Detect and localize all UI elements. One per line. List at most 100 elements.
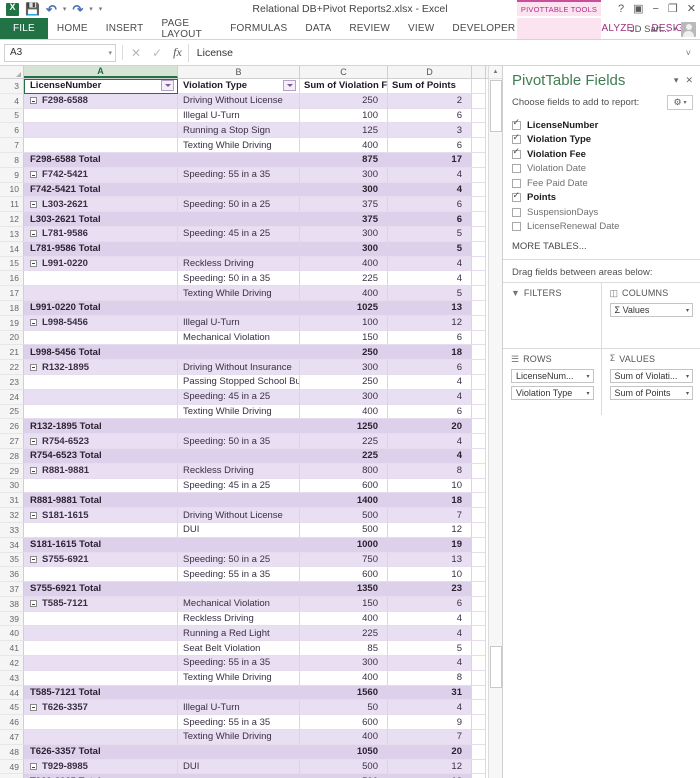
- cell-sum-violation-fee[interactable]: 375: [300, 197, 388, 213]
- cell-violation-type[interactable]: DUI: [178, 522, 300, 538]
- table-row[interactable]: 27 R754-6523 Speeding: 50 in a 35 225 4: [0, 434, 502, 449]
- table-row[interactable]: 32 S181-1615 Driving Without License 500 7: [0, 508, 502, 523]
- account-chevron-icon[interactable]: ▾: [673, 25, 677, 33]
- cell-violation-type[interactable]: [178, 493, 300, 509]
- cell-violation-type[interactable]: [178, 448, 300, 464]
- save-icon[interactable]: 💾: [25, 3, 40, 15]
- cell-spacer[interactable]: [472, 641, 486, 657]
- cell-licensenumber[interactable]: R132-1895 Total: [24, 419, 178, 435]
- cell-licensenumber[interactable]: [24, 330, 178, 346]
- table-row[interactable]: 17 Texting While Driving 400 5: [0, 286, 502, 301]
- cell-violation-type[interactable]: [178, 152, 300, 168]
- table-row[interactable]: 9 F742-5421 Speeding: 55 in a 35 300 4: [0, 167, 502, 183]
- cell-violation-type[interactable]: Driving Without Insurance: [178, 360, 300, 375]
- row-header-47[interactable]: 47: [0, 730, 24, 745]
- cell-violation-type[interactable]: [178, 744, 300, 760]
- cell-sum-violation-fee[interactable]: 225: [300, 448, 388, 464]
- cell-spacer[interactable]: [472, 508, 486, 523]
- cell-licensenumber[interactable]: R754-6523: [24, 434, 178, 449]
- table-row[interactable]: 34 S181-1615 Total 1000 19: [0, 537, 502, 553]
- cell-licensenumber[interactable]: [24, 389, 178, 405]
- area-field-pill[interactable]: Σ Values ▾: [609, 303, 693, 317]
- cell-violation-type[interactable]: Running a Stop Sign: [178, 123, 300, 139]
- cell-spacer[interactable]: [472, 463, 486, 479]
- row-header-37[interactable]: 37: [0, 582, 24, 597]
- cell-violation-type[interactable]: Speeding: 45 in a 25: [178, 478, 300, 494]
- cell-sum-violation-fee[interactable]: 400: [300, 404, 388, 420]
- cell-violation-type[interactable]: [178, 345, 300, 361]
- cell-sum-points[interactable]: 9: [388, 715, 472, 731]
- table-row[interactable]: 21 L998-5456 Total 250 18: [0, 345, 502, 361]
- cell-spacer[interactable]: [472, 108, 486, 124]
- cell-spacer[interactable]: [472, 656, 486, 671]
- pane-close-icon[interactable]: ✕: [685, 76, 693, 85]
- cell-licensenumber[interactable]: [24, 108, 178, 124]
- row-header-29[interactable]: 29: [0, 463, 24, 479]
- cell-spacer[interactable]: [472, 330, 486, 346]
- cell-licensenumber[interactable]: [24, 478, 178, 494]
- collapse-group-icon[interactable]: [30, 467, 37, 475]
- cell-spacer[interactable]: [472, 626, 486, 642]
- cell-sum-points[interactable]: 18: [388, 345, 472, 361]
- cell-violation-type[interactable]: Illegal U-Turn: [178, 315, 300, 331]
- cell-spacer[interactable]: [472, 552, 486, 568]
- tab-view[interactable]: VIEW: [399, 18, 443, 39]
- cell-violation-type[interactable]: [178, 419, 300, 435]
- field-item[interactable]: Violation Fee: [512, 147, 692, 162]
- table-row[interactable]: 20 Mechanical Violation 150 6: [0, 330, 502, 346]
- cell-sum-violation-fee[interactable]: 800: [300, 463, 388, 479]
- cell-violation-type[interactable]: Running a Red Light: [178, 626, 300, 642]
- cell-spacer[interactable]: [472, 197, 486, 213]
- row-header-41[interactable]: 41: [0, 641, 24, 657]
- minimize-icon[interactable]: −: [652, 3, 658, 15]
- cell-sum-points[interactable]: 10: [388, 478, 472, 494]
- pane-tools-button[interactable]: ⚙ ▾: [667, 95, 693, 110]
- table-row[interactable]: 22 R132-1895 Driving Without Insurance 300 6: [0, 360, 502, 375]
- collapse-group-icon[interactable]: [30, 703, 37, 711]
- table-row[interactable]: 35 S755-6921 Speeding: 50 in a 25 750 13: [0, 552, 502, 568]
- row-header-20[interactable]: 20: [0, 330, 24, 346]
- cell-licensenumber[interactable]: R754-6523 Total: [24, 448, 178, 464]
- cell-spacer[interactable]: [472, 448, 486, 464]
- cell-spacer[interactable]: [472, 123, 486, 139]
- row-header-23[interactable]: 23: [0, 374, 24, 390]
- cell-spacer[interactable]: [472, 419, 486, 435]
- filter-dropdown-icon-licensenumber[interactable]: [161, 80, 174, 92]
- row-header-42[interactable]: 42: [0, 656, 24, 671]
- area-field-pill[interactable]: Sum of Points ▾: [609, 386, 693, 400]
- cell-sum-violation-fee[interactable]: 500: [300, 522, 388, 538]
- table-row[interactable]: 40 Running a Red Light 225 4: [0, 626, 502, 642]
- cell-sum-points[interactable]: 18: [388, 493, 472, 509]
- cell-spacer[interactable]: [472, 730, 486, 745]
- cell-sum-points[interactable]: 4: [388, 448, 472, 464]
- grid-vertical-scrollbar[interactable]: ▲: [488, 66, 502, 778]
- collapse-group-icon[interactable]: [30, 555, 37, 563]
- cell-sum-violation-fee[interactable]: 300: [300, 226, 388, 242]
- table-row[interactable]: 47 Texting While Driving 400 7: [0, 730, 502, 745]
- table-row[interactable]: 5 Illegal U-Turn 100 6: [0, 108, 502, 124]
- cell-sum-violation-fee[interactable]: 100: [300, 315, 388, 331]
- collapse-group-icon[interactable]: [30, 763, 37, 771]
- pane-collapse-icon[interactable]: ▾: [674, 76, 679, 85]
- cell-licensenumber[interactable]: [24, 404, 178, 420]
- row-header-5[interactable]: 5: [0, 108, 24, 124]
- cell-licensenumber[interactable]: [24, 626, 178, 642]
- cell-sum-violation-fee[interactable]: 300: [300, 167, 388, 183]
- cell-licensenumber[interactable]: [24, 374, 178, 390]
- collapse-group-icon[interactable]: [30, 437, 37, 445]
- collapse-group-icon[interactable]: [30, 363, 37, 371]
- cell-sum-violation-fee[interactable]: 225: [300, 271, 388, 287]
- cell-licensenumber[interactable]: S181-1615: [24, 508, 178, 523]
- tab-file[interactable]: FILE: [0, 18, 48, 39]
- field-item[interactable]: LicenseNumber: [512, 118, 692, 133]
- area-field-pill-chevron-icon[interactable]: ▾: [586, 390, 589, 397]
- cell-violation-type[interactable]: Texting While Driving: [178, 670, 300, 686]
- row-header-17[interactable]: 17: [0, 286, 24, 301]
- account-name[interactable]: JD Sart...: [630, 24, 670, 35]
- cell-sum-violation-fee[interactable]: 1000: [300, 537, 388, 553]
- table-row[interactable]: 10 F742-5421 Total 300 4: [0, 182, 502, 198]
- cell-violation-type[interactable]: Speeding: 55 in a 35: [178, 656, 300, 671]
- cell-sum-points[interactable]: 20: [388, 419, 472, 435]
- row-header-6[interactable]: 6: [0, 123, 24, 139]
- cell-sum-points[interactable]: 4: [388, 182, 472, 198]
